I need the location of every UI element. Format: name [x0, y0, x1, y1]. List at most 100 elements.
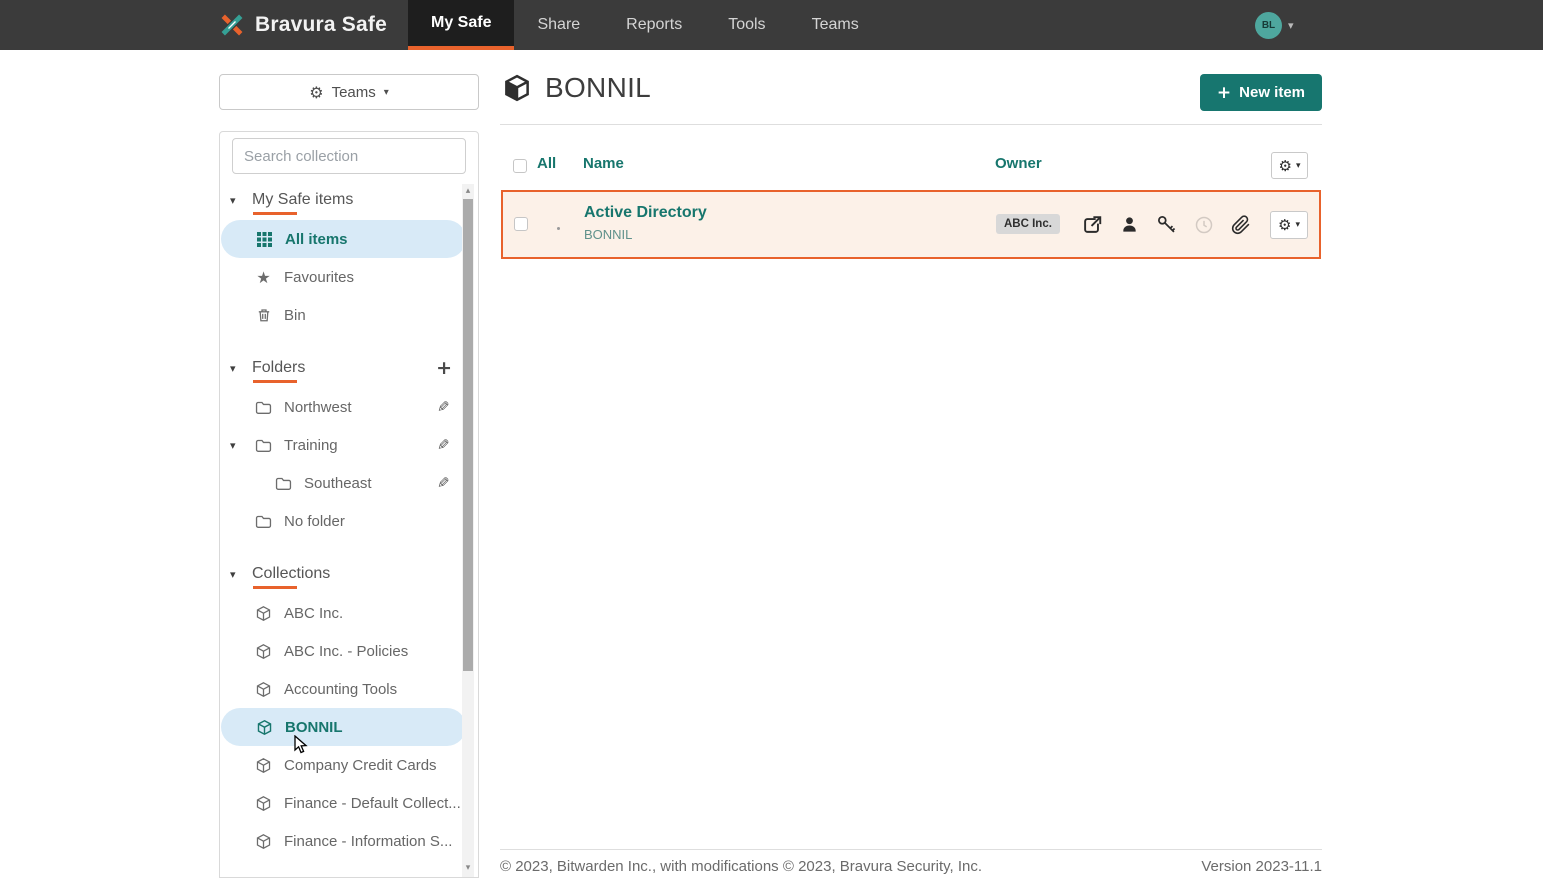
sidebar-collection-company-credit-cards[interactable]: Company Credit Cards	[220, 746, 466, 784]
sidebar-collection-finance-information[interactable]: Finance - Information S...	[220, 822, 466, 860]
sidebar-nav: ▾ My Safe items All items ★ Favourites	[220, 180, 466, 878]
grid-icon	[255, 232, 274, 247]
column-header-name[interactable]: Name	[583, 155, 624, 172]
collection-label: Finance - Default Collect...	[284, 795, 461, 812]
sidebar-panel: ▾ My Safe items All items ★ Favourites	[219, 131, 479, 878]
new-item-button[interactable]: + New item	[1200, 74, 1322, 111]
cube-icon	[502, 73, 532, 103]
sidebar-collection-accounting-tools[interactable]: Accounting Tools	[220, 670, 466, 708]
cube-icon	[254, 605, 273, 622]
new-item-label: New item	[1239, 84, 1305, 101]
folder-icon	[254, 438, 273, 453]
cube-icon	[254, 757, 273, 774]
column-header-owner[interactable]: Owner	[995, 155, 1042, 172]
row-checkbox[interactable]	[514, 217, 528, 231]
table-header: All Name Owner ⚙ ▾	[500, 145, 1322, 187]
sidebar-item-all-items[interactable]: All items	[221, 220, 466, 258]
add-folder-icon[interactable]: +	[436, 357, 452, 379]
select-all-label[interactable]: All	[537, 155, 556, 172]
brand: Bravura Safe	[218, 0, 387, 50]
table-options-button[interactable]: ⚙ ▾	[1271, 152, 1308, 179]
cube-icon	[254, 681, 273, 698]
gear-icon: ⚙	[309, 83, 323, 102]
page-title: BONNIL	[502, 72, 651, 104]
folder-icon	[254, 514, 273, 529]
folder-label: Training	[284, 437, 338, 454]
collection-label: Finance - Information S...	[284, 833, 452, 850]
scroll-up-icon[interactable]: ▴	[462, 184, 474, 198]
sidebar-item-favourites[interactable]: ★ Favourites	[220, 258, 466, 296]
nav-tab-my-safe[interactable]: My Safe	[408, 0, 514, 50]
folder-label: Southeast	[304, 475, 372, 492]
row-actions: ⚙ ▾	[1081, 192, 1308, 257]
pencil-icon[interactable]: ✎	[437, 474, 450, 492]
sidebar-collection-bonnil[interactable]: BONNIL	[221, 708, 466, 746]
search-collection-input[interactable]	[232, 138, 466, 174]
scrollbar-thumb[interactable]	[463, 199, 473, 671]
folder-label: Northwest	[284, 399, 352, 416]
section-header-folders[interactable]: ▾ Folders +	[220, 348, 466, 388]
footer-version: Version 2023-11.1	[1201, 858, 1322, 875]
clock-icon[interactable]	[1194, 215, 1214, 235]
sidebar-folder-northwest[interactable]: Northwest ✎	[220, 388, 466, 426]
caret-down-icon[interactable]: ▾	[230, 194, 243, 207]
sidebar-folder-no-folder[interactable]: No folder	[220, 502, 466, 540]
item-collection-label: BONNIL	[584, 227, 707, 242]
collection-label: ABC Inc.	[284, 605, 343, 622]
section-header-my-safe-items[interactable]: ▾ My Safe items	[220, 180, 466, 220]
gear-icon: ⚙	[1279, 157, 1292, 175]
scroll-down-icon[interactable]: ▾	[462, 861, 474, 875]
sidebar-item-bin[interactable]: Bin	[220, 296, 466, 334]
owner-badge: ABC Inc.	[996, 214, 1060, 234]
collection-label: Accounting Tools	[284, 681, 397, 698]
teams-button-label: Teams	[332, 84, 376, 101]
row-options-button[interactable]: ⚙ ▾	[1270, 211, 1308, 239]
share-icon[interactable]	[1081, 214, 1103, 236]
sidebar-folder-training[interactable]: ▾ Training ✎	[220, 426, 466, 464]
page-title-text: BONNIL	[545, 72, 651, 104]
chevron-down-icon: ▾	[1295, 220, 1300, 230]
star-icon: ★	[254, 268, 273, 287]
cube-icon	[254, 795, 273, 812]
chevron-down-icon: ▾	[384, 87, 389, 98]
section-label: My Safe items	[252, 191, 353, 208]
sidebar-collection-abc-inc[interactable]: ABC Inc.	[220, 594, 466, 632]
sidebar-scrollbar[interactable]: ▴ ▾	[462, 184, 474, 877]
caret-down-icon[interactable]: ▾	[230, 568, 243, 581]
caret-down-icon[interactable]: ▾	[230, 362, 243, 375]
section-label: Collections	[252, 565, 330, 582]
pencil-icon[interactable]: ✎	[437, 398, 450, 416]
gear-icon: ⚙	[1278, 216, 1291, 234]
folder-label: No folder	[284, 513, 345, 530]
cube-icon	[254, 643, 273, 660]
select-all-checkbox[interactable]	[513, 159, 527, 173]
plus-icon: +	[1217, 83, 1231, 103]
bravura-logo-icon	[218, 11, 246, 39]
table-row-active-directory[interactable]: Active Directory BONNIL ABC Inc.	[501, 190, 1321, 259]
sidebar-collection-partially-visible[interactable]	[220, 868, 466, 878]
item-favicon-placeholder	[557, 227, 560, 230]
section-label: Folders	[252, 359, 305, 376]
item-name-link[interactable]: Active Directory	[584, 204, 707, 222]
section-header-collections[interactable]: ▾ Collections	[220, 554, 466, 594]
divider	[500, 124, 1322, 125]
cube-icon	[255, 719, 274, 736]
collection-label: ABC Inc. - Policies	[284, 643, 408, 660]
teams-dropdown-button[interactable]: ⚙ Teams ▾	[219, 74, 479, 110]
pencil-icon[interactable]: ✎	[437, 436, 450, 454]
caret-down-icon[interactable]: ▾	[230, 439, 236, 452]
person-icon[interactable]	[1120, 215, 1139, 234]
chevron-down-icon: ▾	[1296, 161, 1301, 171]
brand-name: Bravura Safe	[255, 13, 387, 37]
key-icon[interactable]	[1156, 214, 1177, 235]
folder-icon	[254, 400, 273, 415]
collection-label: BONNIL	[285, 719, 343, 736]
sidebar-collection-finance-default[interactable]: Finance - Default Collect...	[220, 784, 466, 822]
sidebar-collection-abc-inc-policies[interactable]: ABC Inc. - Policies	[220, 632, 466, 670]
cube-icon	[254, 833, 273, 850]
folder-icon	[274, 476, 293, 491]
sidebar-folder-southeast[interactable]: Southeast ✎	[220, 464, 466, 502]
collection-label: Company Credit Cards	[284, 757, 437, 774]
paperclip-icon[interactable]	[1231, 215, 1251, 235]
footer-divider	[500, 849, 1322, 850]
